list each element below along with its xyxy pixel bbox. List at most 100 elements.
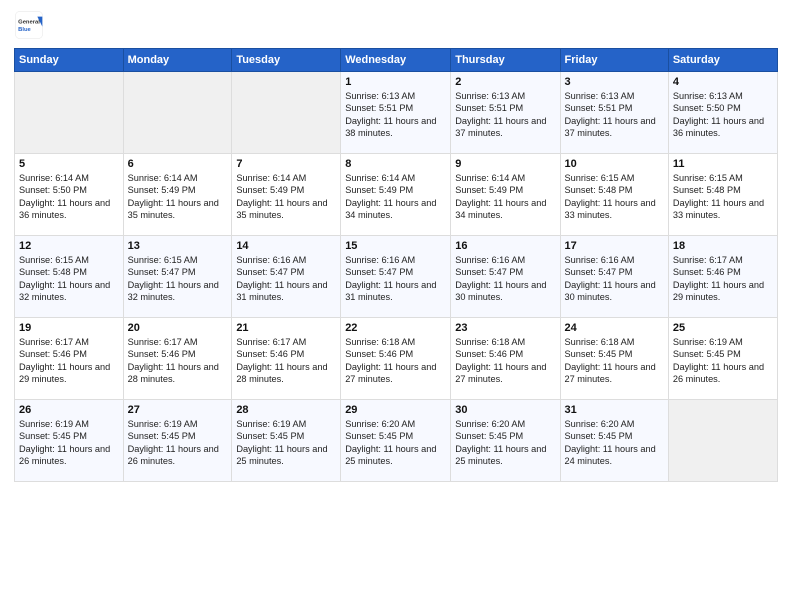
- svg-text:General: General: [18, 19, 40, 25]
- day-number: 12: [19, 240, 119, 252]
- day-cell: 24 Sunrise: 6:18 AM Sunset: 5:45 PM Dayli…: [560, 318, 668, 400]
- day-info: Sunrise: 6:13 AM Sunset: 5:50 PM Dayligh…: [673, 90, 773, 140]
- day-cell: 25Sunrise: 6:19 AM Sunset: 5:45 PM Dayli…: [668, 318, 777, 400]
- day-cell: 6Sunrise: 6:14 AM Sunset: 5:49 PM Daylig…: [123, 154, 232, 236]
- day-info: Sunrise: 6:18 AM Sunset: 5:45 PM Dayligh…: [565, 336, 664, 386]
- day-number: 4: [673, 76, 773, 88]
- day-cell: 10 Sunrise: 6:15 AM Sunset: 5:48 PM Dayli…: [560, 154, 668, 236]
- day-cell: 30 Sunrise: 6:20 AM Sunset: 5:45 PM Dayli…: [451, 400, 560, 482]
- day-info: Sunrise: 6:15 AM Sunset: 5:48 PM Dayligh…: [673, 172, 773, 222]
- day-cell: 28 Sunrise: 6:19 AM Sunset: 5:45 PM Dayli…: [232, 400, 341, 482]
- day-info: Sunrise: 6:17 AM Sunset: 5:46 PM Dayligh…: [128, 336, 228, 386]
- day-cell: 20Sunrise: 6:17 AM Sunset: 5:46 PM Dayli…: [123, 318, 232, 400]
- day-number: 30: [455, 404, 555, 416]
- day-number: 16: [455, 240, 555, 252]
- day-cell: 29Sunrise: 6:20 AM Sunset: 5:45 PM Dayli…: [341, 400, 451, 482]
- week-row-5: 26 Sunrise: 6:19 AM Sunset: 5:45 PM Dayli…: [15, 400, 778, 482]
- day-number: 8: [345, 158, 446, 170]
- day-number: 14: [236, 240, 336, 252]
- day-info: Sunrise: 6:19 AM Sunset: 5:45 PM Dayligh…: [236, 418, 336, 468]
- day-number: 26: [19, 404, 119, 416]
- day-info: Sunrise: 6:18 AM Sunset: 5:46 PM Dayligh…: [455, 336, 555, 386]
- day-number: 5: [19, 158, 119, 170]
- day-number: 24: [565, 322, 664, 334]
- day-number: 31: [565, 404, 664, 416]
- day-number: 3: [565, 76, 664, 88]
- day-number: 21: [236, 322, 336, 334]
- day-info: Sunrise: 6:16 AM Sunset: 5:47 PM Dayligh…: [236, 254, 336, 304]
- day-info: Sunrise: 6:16 AM Sunset: 5:47 PM Dayligh…: [565, 254, 664, 304]
- day-cell: 1 Sunrise: 6:13 AM Sunset: 5:51 PM Daylig…: [341, 72, 451, 154]
- day-info: Sunrise: 6:13 AM Sunset: 5:51 PM Dayligh…: [565, 90, 664, 140]
- calendar-table: SundayMondayTuesdayWednesdayThursdayFrid…: [14, 48, 778, 482]
- day-info: Sunrise: 6:15 AM Sunset: 5:48 PM Dayligh…: [19, 254, 119, 304]
- day-number: 27: [128, 404, 228, 416]
- day-info: Sunrise: 6:14 AM Sunset: 5:50 PM Dayligh…: [19, 172, 119, 222]
- day-cell: 13 Sunrise: 6:15 AM Sunset: 5:47 PM Dayli…: [123, 236, 232, 318]
- day-info: Sunrise: 6:14 AM Sunset: 5:49 PM Dayligh…: [236, 172, 336, 222]
- day-cell: [232, 72, 341, 154]
- logo: General Blue: [14, 10, 44, 40]
- day-cell: 15 Sunrise: 6:16 AM Sunset: 5:47 PM Dayli…: [341, 236, 451, 318]
- day-info: Sunrise: 6:16 AM Sunset: 5:47 PM Dayligh…: [455, 254, 555, 304]
- header: General Blue: [14, 10, 778, 40]
- day-cell: 9 Sunrise: 6:14 AM Sunset: 5:49 PM Daylig…: [451, 154, 560, 236]
- week-row-3: 12 Sunrise: 6:15 AM Sunset: 5:48 PM Dayli…: [15, 236, 778, 318]
- day-cell: 4 Sunrise: 6:13 AM Sunset: 5:50 PM Daylig…: [668, 72, 777, 154]
- day-info: Sunrise: 6:17 AM Sunset: 5:46 PM Dayligh…: [19, 336, 119, 386]
- day-number: 7: [236, 158, 336, 170]
- day-number: 29: [345, 404, 446, 416]
- day-info: Sunrise: 6:14 AM Sunset: 5:49 PM Dayligh…: [455, 172, 555, 222]
- day-cell: [123, 72, 232, 154]
- day-info: Sunrise: 6:19 AM Sunset: 5:45 PM Dayligh…: [128, 418, 228, 468]
- col-header-friday: Friday: [560, 49, 668, 72]
- day-info: Sunrise: 6:17 AM Sunset: 5:46 PM Dayligh…: [673, 254, 773, 304]
- day-info: Sunrise: 6:20 AM Sunset: 5:45 PM Dayligh…: [565, 418, 664, 468]
- col-header-thursday: Thursday: [451, 49, 560, 72]
- col-header-wednesday: Wednesday: [341, 49, 451, 72]
- day-number: 19: [19, 322, 119, 334]
- day-number: 9: [455, 158, 555, 170]
- day-info: Sunrise: 6:17 AM Sunset: 5:46 PM Dayligh…: [236, 336, 336, 386]
- day-number: 6: [128, 158, 228, 170]
- day-number: 28: [236, 404, 336, 416]
- day-cell: 14 Sunrise: 6:16 AM Sunset: 5:47 PM Dayli…: [232, 236, 341, 318]
- day-cell: [15, 72, 124, 154]
- day-number: 2: [455, 76, 555, 88]
- day-info: Sunrise: 6:19 AM Sunset: 5:45 PM Dayligh…: [19, 418, 119, 468]
- day-cell: 2 Sunrise: 6:13 AM Sunset: 5:51 PM Daylig…: [451, 72, 560, 154]
- day-cell: 21 Sunrise: 6:17 AM Sunset: 5:46 PM Dayli…: [232, 318, 341, 400]
- day-cell: 27 Sunrise: 6:19 AM Sunset: 5:45 PM Dayli…: [123, 400, 232, 482]
- day-info: Sunrise: 6:14 AM Sunset: 5:49 PM Dayligh…: [345, 172, 446, 222]
- day-cell: 11 Sunrise: 6:15 AM Sunset: 5:48 PM Dayli…: [668, 154, 777, 236]
- day-cell: 16 Sunrise: 6:16 AM Sunset: 5:47 PM Dayli…: [451, 236, 560, 318]
- day-info: Sunrise: 6:13 AM Sunset: 5:51 PM Dayligh…: [455, 90, 555, 140]
- day-number: 23: [455, 322, 555, 334]
- logo-icon: General Blue: [14, 10, 44, 40]
- day-info: Sunrise: 6:13 AM Sunset: 5:51 PM Dayligh…: [345, 90, 446, 140]
- day-number: 11: [673, 158, 773, 170]
- day-number: 10: [565, 158, 664, 170]
- day-cell: 22Sunrise: 6:18 AM Sunset: 5:46 PM Dayli…: [341, 318, 451, 400]
- day-info: Sunrise: 6:20 AM Sunset: 5:45 PM Dayligh…: [455, 418, 555, 468]
- day-cell: 19 Sunrise: 6:17 AM Sunset: 5:46 PM Dayli…: [15, 318, 124, 400]
- header-row: SundayMondayTuesdayWednesdayThursdayFrid…: [15, 49, 778, 72]
- day-cell: 18 Sunrise: 6:17 AM Sunset: 5:46 PM Dayli…: [668, 236, 777, 318]
- day-number: 13: [128, 240, 228, 252]
- day-number: 1: [345, 76, 446, 88]
- day-info: Sunrise: 6:15 AM Sunset: 5:48 PM Dayligh…: [565, 172, 664, 222]
- day-cell: 31 Sunrise: 6:20 AM Sunset: 5:45 PM Dayli…: [560, 400, 668, 482]
- day-info: Sunrise: 6:15 AM Sunset: 5:47 PM Dayligh…: [128, 254, 228, 304]
- day-number: 17: [565, 240, 664, 252]
- day-number: 18: [673, 240, 773, 252]
- day-info: Sunrise: 6:19 AM Sunset: 5:45 PM Dayligh…: [673, 336, 773, 386]
- day-number: 15: [345, 240, 446, 252]
- col-header-sunday: Sunday: [15, 49, 124, 72]
- day-cell: 3 Sunrise: 6:13 AM Sunset: 5:51 PM Daylig…: [560, 72, 668, 154]
- week-row-1: 1 Sunrise: 6:13 AM Sunset: 5:51 PM Daylig…: [15, 72, 778, 154]
- day-cell: 17 Sunrise: 6:16 AM Sunset: 5:47 PM Dayli…: [560, 236, 668, 318]
- svg-text:Blue: Blue: [18, 27, 31, 33]
- day-info: Sunrise: 6:16 AM Sunset: 5:47 PM Dayligh…: [345, 254, 446, 304]
- week-row-4: 19 Sunrise: 6:17 AM Sunset: 5:46 PM Dayli…: [15, 318, 778, 400]
- day-cell: 5 Sunrise: 6:14 AM Sunset: 5:50 PM Daylig…: [15, 154, 124, 236]
